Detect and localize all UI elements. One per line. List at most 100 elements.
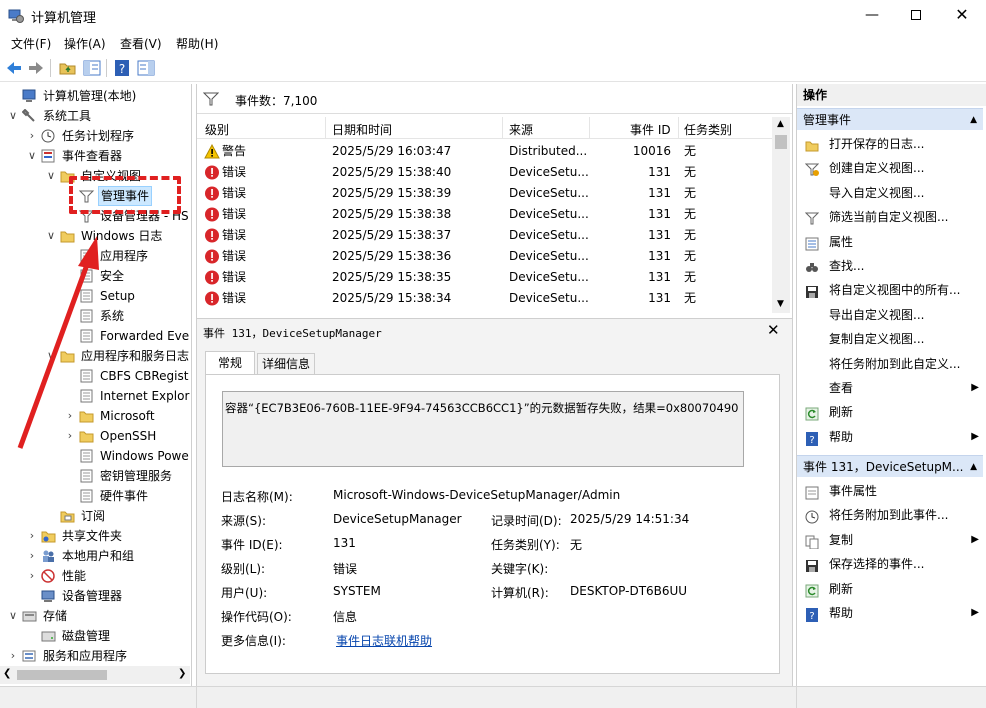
tree-node[interactable]: 订阅 <box>0 506 191 526</box>
tab-details[interactable]: 详细信息 <box>257 353 315 375</box>
table-row[interactable]: 错误 2025/5/29 15:38:39 DeviceSetu... 131 无 <box>197 183 772 204</box>
tree-node[interactable]: 密钥管理服务 <box>0 466 191 486</box>
tree-node[interactable]: ∨ 存储 <box>0 606 191 626</box>
maximize-button[interactable] <box>896 2 936 30</box>
action-item[interactable]: 保存选择的事件... <box>801 552 983 576</box>
close-button[interactable]: ✕ <box>942 2 982 30</box>
expand-chevron-icon[interactable]: › <box>65 406 75 426</box>
up-folder-button[interactable] <box>58 58 78 78</box>
tree-node[interactable]: ∨ 应用程序和服务日志 <box>0 346 191 366</box>
scroll-up-icon[interactable]: ▲ <box>777 119 784 129</box>
tree-node[interactable]: 系统 <box>0 306 191 326</box>
action-item[interactable]: 刷新 <box>801 577 983 601</box>
tree-node[interactable]: › 共享文件夹 <box>0 526 191 546</box>
tree-node[interactable]: Windows Powe <box>0 446 191 466</box>
minimize-button[interactable]: — <box>852 2 892 30</box>
action-item[interactable]: 刷新 <box>801 400 983 424</box>
show-hide-tree-button[interactable] <box>82 58 102 78</box>
table-row[interactable]: 错误 2025/5/29 15:38:36 DeviceSetu... 131 无 <box>197 246 772 267</box>
action-item[interactable]: 将自定义视图中的所有... <box>801 278 983 302</box>
menu-file[interactable]: 文件(F) <box>11 35 51 52</box>
tree-node[interactable]: › 本地用户和组 <box>0 546 191 566</box>
tree-horizontal-scrollbar[interactable]: ❮ ❯ <box>0 666 190 684</box>
expand-chevron-icon[interactable]: › <box>27 546 37 566</box>
event-log-online-help-link[interactable]: 事件日志联机帮助 <box>336 632 432 649</box>
tree-node[interactable]: 计算机管理(本地) <box>0 86 191 106</box>
menu-action[interactable]: 操作(A) <box>64 35 106 52</box>
scroll-down-icon[interactable]: ▼ <box>777 299 784 309</box>
action-item[interactable]: 导出自定义视图... <box>801 303 983 327</box>
tree-node[interactable]: 硬件事件 <box>0 486 191 506</box>
table-row[interactable]: 错误 2025/5/29 15:38:34 DeviceSetu... 131 无 <box>197 288 772 309</box>
tree-node[interactable]: 设备管理器 <box>0 586 191 606</box>
scroll-left-icon[interactable]: ❮ <box>3 668 11 679</box>
section-event-131[interactable]: 事件 131，DeviceSetupM... ▲ <box>797 455 983 477</box>
collapse-chevron-icon[interactable]: ∨ <box>46 346 56 366</box>
col-datetime[interactable]: 日期和时间 <box>332 121 392 138</box>
action-item[interactable]: 复制 ▶ <box>801 528 983 552</box>
tree-node[interactable]: ∨ Windows 日志 <box>0 226 191 246</box>
tree-node[interactable]: CBFS CBRegist <box>0 366 191 386</box>
action-item[interactable]: 属性 <box>801 230 983 254</box>
action-item[interactable]: 创建自定义视图... <box>801 156 983 180</box>
tree-node[interactable]: Forwarded Eve <box>0 326 191 346</box>
tree-node[interactable]: › 服务和应用程序 <box>0 646 191 666</box>
action-item[interactable]: 筛选当前自定义视图... <box>801 205 983 229</box>
table-row[interactable]: 警告 2025/5/29 16:03:47 Distributed... 10016 无 <box>197 141 772 162</box>
tree-node[interactable]: ∨ 系统工具 <box>0 106 191 126</box>
show-action-pane-button[interactable] <box>136 58 156 78</box>
col-level[interactable]: 级别 <box>205 121 229 138</box>
back-button[interactable] <box>4 58 24 78</box>
expand-chevron-icon[interactable]: › <box>8 646 18 666</box>
collapse-chevron-icon[interactable]: ∨ <box>8 106 18 126</box>
tree-node[interactable]: › 性能 <box>0 566 191 586</box>
col-task-category[interactable]: 任务类别 <box>684 121 732 138</box>
action-item[interactable]: ? 帮助 ▶ <box>801 425 983 449</box>
table-row[interactable]: 错误 2025/5/29 15:38:37 DeviceSetu... 131 无 <box>197 225 772 246</box>
tree-node[interactable]: › Microsoft <box>0 406 191 426</box>
action-item[interactable]: 将任务附加到此自定义... <box>801 352 983 376</box>
scroll-thumb[interactable] <box>775 135 787 149</box>
event-message-box[interactable]: 容器“{EC7B3E06-760B-11EE-9F94-74563CCB6CC1… <box>222 391 744 467</box>
help-toolbar-button[interactable]: ? <box>112 58 132 78</box>
expand-chevron-icon[interactable]: › <box>27 126 37 146</box>
collapse-section-icon[interactable]: ▲ <box>970 456 977 478</box>
table-row[interactable]: 错误 2025/5/29 15:38:35 DeviceSetu... 131 无 <box>197 267 772 288</box>
action-item[interactable]: 查找... <box>801 254 983 278</box>
menu-view[interactable]: 查看(V) <box>120 35 162 52</box>
action-item[interactable]: 导入自定义视图... <box>801 181 983 205</box>
collapse-chevron-icon[interactable]: ∨ <box>46 166 56 186</box>
tree-node[interactable]: ∨ 事件查看器 <box>0 146 191 166</box>
tree-node[interactable]: 应用程序 <box>0 246 191 266</box>
table-row[interactable]: 错误 2025/5/29 15:38:38 DeviceSetu... 131 无 <box>197 204 772 225</box>
expand-chevron-icon[interactable]: › <box>65 426 75 446</box>
collapse-chevron-icon[interactable]: ∨ <box>8 606 18 626</box>
events-vertical-scrollbar[interactable]: ▲ ▼ <box>772 117 790 313</box>
tree-node[interactable]: Setup <box>0 286 191 306</box>
close-detail-icon[interactable]: ✕ <box>767 321 780 339</box>
tree-node[interactable]: › 任务计划程序 <box>0 126 191 146</box>
tree-node[interactable]: Internet Explor <box>0 386 191 406</box>
collapse-section-icon[interactable]: ▲ <box>970 109 977 131</box>
action-item[interactable]: 打开保存的日志... <box>801 132 983 156</box>
expand-chevron-icon[interactable]: › <box>27 566 37 586</box>
collapse-chevron-icon[interactable]: ∨ <box>27 146 37 166</box>
collapse-chevron-icon[interactable]: ∨ <box>46 226 56 246</box>
action-item[interactable]: 将任务附加到此事件... <box>801 503 983 527</box>
action-item[interactable]: ? 帮助 ▶ <box>801 601 983 625</box>
col-event-id[interactable]: 事件 ID <box>630 121 671 138</box>
forward-button[interactable] <box>26 58 46 78</box>
tree-node[interactable]: 安全 <box>0 266 191 286</box>
tree-node[interactable]: › OpenSSH <box>0 426 191 446</box>
menu-help[interactable]: 帮助(H) <box>176 35 218 52</box>
col-source[interactable]: 来源 <box>509 121 533 138</box>
action-item[interactable]: 查看 ▶ <box>801 376 983 400</box>
tree-node[interactable]: 磁盘管理 <box>0 626 191 646</box>
scroll-right-icon[interactable]: ❯ <box>178 668 186 679</box>
action-item[interactable]: 复制自定义视图... <box>801 327 983 351</box>
action-item[interactable]: 事件属性 <box>801 479 983 503</box>
expand-chevron-icon[interactable]: › <box>27 526 37 546</box>
table-row[interactable]: 错误 2025/5/29 15:38:40 DeviceSetu... 131 无 <box>197 162 772 183</box>
tab-general[interactable]: 常规 <box>205 351 255 375</box>
section-manage-events[interactable]: 管理事件 ▲ <box>797 108 983 130</box>
